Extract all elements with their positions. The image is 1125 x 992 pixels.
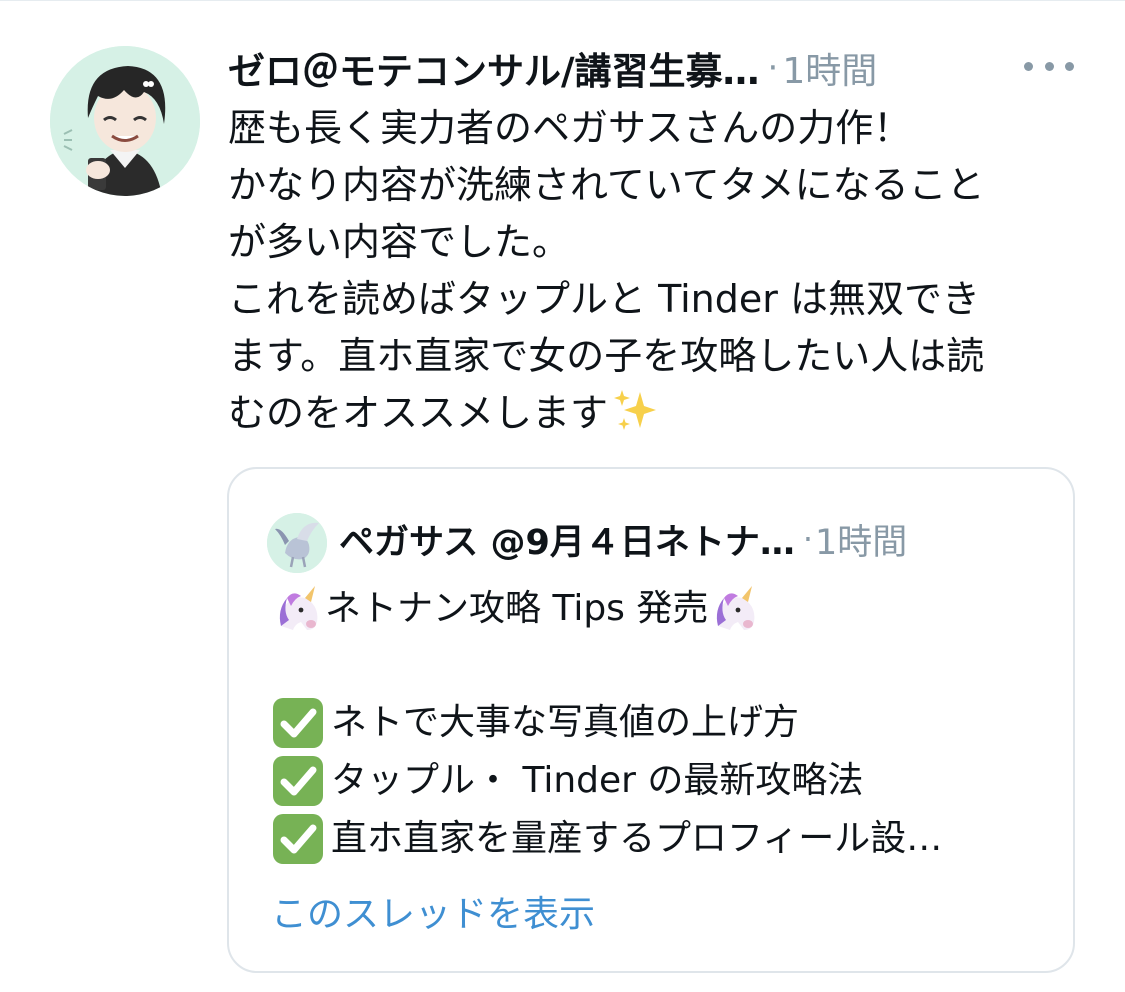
tweet-timestamp[interactable]: 1時間 (782, 42, 877, 94)
tweet-text-line: ます。直ホ直家で女の子を攻略したい人は読 (228, 334, 985, 378)
quoted-author-name[interactable]: ペガサス @9月４日ネトナ… (339, 514, 795, 565)
more-dot (1044, 61, 1054, 71)
quoted-list-item: ネトで大事な写真値の上げ方 (271, 694, 1061, 752)
quoted-tweet-header: ペガサス @9月４日ネトナ… · 1時間 (339, 511, 907, 567)
more-dot (1065, 61, 1074, 71)
quoted-tweet-text: ネトナン攻略 Tips 発売 ネトで大事な写真値の上げ方 タップル・ Tinde… (271, 580, 1061, 868)
quoted-list-item-text: 直ホ直家を量産するプロフィール設… (331, 818, 943, 859)
author-name[interactable]: ゼロ＠モテコンサル/講習生募… (228, 41, 760, 95)
quoted-tweet-card[interactable]: ペガサス @9月４日ネトナ… · 1時間 ネトナン攻略 Tips 発売 ネトで大… (227, 467, 1075, 973)
tweet-text-line: 歴も長く実力者のペガサスさんの力作！ (228, 106, 912, 150)
tweet-text-line: かなり内容が洗練されていてタメになること (228, 163, 985, 207)
author-avatar[interactable] (50, 46, 200, 196)
tweet-text: 歴も長く実力者のペガサスさんの力作！ かなり内容が洗練されていてタメになること … (228, 100, 1088, 442)
tweet-text-line: これを読めばタップルと Tinder は無双でき (228, 277, 980, 321)
quoted-title-text: ネトナン攻略 Tips 発売 (325, 588, 709, 629)
quoted-blank-line (271, 638, 1061, 694)
header-separator: · (767, 48, 779, 88)
unicorn-emoji (279, 586, 318, 630)
quoted-header-separator: · (802, 520, 814, 558)
tweet-header: ゼロ＠モテコンサル/講習生募… · 1時間 (228, 38, 1088, 98)
more-dot (1024, 61, 1033, 71)
quoted-list-item-text: タップル・ Tinder の最新攻略法 (331, 760, 864, 801)
tweet-text-line: が多い内容でした。 (228, 220, 571, 264)
check-mark-button-emoji (273, 814, 323, 864)
unicorn-emoji (717, 586, 755, 630)
sparkles-emoji (614, 390, 657, 430)
author-avatar-illustration (50, 46, 200, 196)
pegasus-avatar-illustration (267, 513, 327, 573)
quoted-tweet-timestamp[interactable]: 1時間 (815, 514, 907, 565)
quoted-list-item-text: ネトで大事な写真値の上げ方 (331, 702, 800, 743)
tweet-text-last-line: むのをオススメします (228, 385, 1088, 442)
quoted-author-avatar[interactable] (267, 513, 327, 573)
quoted-list-item: 直ホ直家を量産するプロフィール設… (271, 810, 1061, 868)
top-divider (0, 0, 1125, 1)
quoted-title-line: ネトナン攻略 Tips 発売 (271, 580, 1061, 638)
show-thread-link[interactable]: このスレッドを表示 (271, 885, 595, 937)
tweet-text-line: むのをオススメします (228, 391, 609, 435)
more-horizontal-icon[interactable] (1024, 46, 1074, 86)
check-mark-button-emoji (273, 698, 323, 748)
check-mark-button-emoji (273, 756, 323, 806)
quoted-list-item: タップル・ Tinder の最新攻略法 (271, 752, 1061, 810)
